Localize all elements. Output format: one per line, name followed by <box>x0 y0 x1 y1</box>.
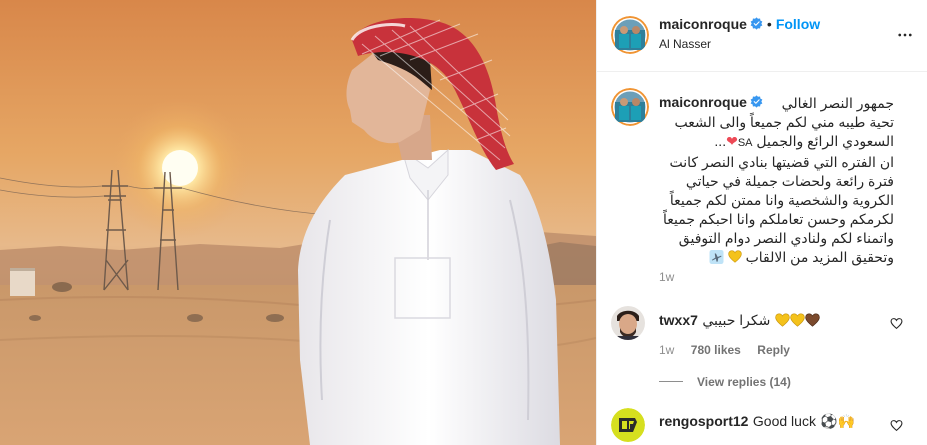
caption-line-text: السعودي الرائع والجميل <box>756 133 894 149</box>
comment-likes[interactable]: 780 likes <box>691 343 741 357</box>
more-options-icon[interactable] <box>896 26 914 44</box>
caption-line: فترة رائعة ولحضات جميلة في حياتي <box>685 173 894 189</box>
comment-username[interactable]: twxx7 <box>659 312 698 328</box>
caption-line: واتمناء لكم ولنادي النصر دوام التوفيق <box>678 230 894 246</box>
heart-outline-icon[interactable] <box>890 317 903 330</box>
raised-hands-icon: 🙌 <box>837 413 856 429</box>
yellow-heart-icon <box>728 250 742 263</box>
reply-button[interactable]: Reply <box>757 343 790 357</box>
caption-time[interactable]: 1w <box>659 270 674 284</box>
verified-badge-icon <box>750 17 763 30</box>
brown-heart-icon <box>805 313 820 327</box>
post-side-panel: maiconroque • Follow Al Nasser maiconroque <box>596 0 927 445</box>
heart-outline-icon[interactable] <box>890 419 903 432</box>
red-heart-icon: ❤ <box>726 133 738 149</box>
comment-meta-1: 1w 780 likes Reply <box>659 341 790 359</box>
caption-line: تحية طيبه مني لكم جميعاً والى الشعب <box>674 114 894 130</box>
caption-line: لكرمكم وحسن تعاملكم وانا احبكم جميعاً <box>663 211 894 227</box>
comment-text: Good luck <box>752 413 816 429</box>
caption-line-text: وتحقيق المزيد من الالقاب <box>745 249 894 265</box>
avatar-image <box>611 16 649 54</box>
avatar-image <box>611 306 645 340</box>
header-title-row: maiconroque • Follow <box>659 16 820 34</box>
caption-line: ان الفتره التي قضيتها بنادي النصر كانت <box>669 154 894 170</box>
caption-avatar[interactable] <box>611 88 649 126</box>
comment-row-1: twxx7 شكرا حبيبي <box>659 312 820 330</box>
header-username[interactable]: maiconroque <box>659 16 747 32</box>
yellow-heart-icon <box>790 313 805 327</box>
comment-username[interactable]: rengosport12 <box>659 413 748 429</box>
caption-text: جمهور النصر الغالي تحية طيبه مني لكم جمي… <box>659 94 894 267</box>
comment-time[interactable]: 1w <box>659 343 674 357</box>
post-photo[interactable] <box>0 0 596 445</box>
follow-button[interactable]: Follow <box>776 16 820 32</box>
replies-divider <box>659 381 683 383</box>
post-dialog: maiconroque • Follow Al Nasser maiconroque <box>0 0 927 445</box>
comment-row-2: rengosport12 Good luck ⚽🙌 <box>659 413 855 431</box>
avatar-image <box>611 408 645 442</box>
yellow-heart-icon <box>775 313 790 327</box>
caption-line: وتحقيق المزيد من الالقاب <box>659 248 894 267</box>
view-replies-button[interactable]: View replies (14) <box>697 375 791 389</box>
comment-avatar[interactable] <box>611 408 645 442</box>
comment-avatar[interactable] <box>611 306 645 340</box>
caption-line: السعودي الرائع والجميل SA❤... <box>659 132 894 153</box>
comment-text: شكرا حبيبي <box>702 312 771 328</box>
caption-ellipsis: ... <box>714 133 727 149</box>
header-dot: • <box>766 16 772 32</box>
post-location[interactable]: Al Nasser <box>659 37 711 51</box>
desert-portrait-image <box>0 0 596 445</box>
avatar-image <box>611 88 649 126</box>
caption-line: الكروية والشخصية وانا ممتن لكم جميعاً <box>669 192 894 208</box>
airplane-icon <box>709 250 724 264</box>
avatar[interactable] <box>611 16 649 54</box>
caption-line: جمهور النصر الغالي <box>781 95 894 111</box>
view-replies-row[interactable]: View replies (14) <box>659 373 791 391</box>
flag-sa: SA <box>737 137 753 149</box>
soccer-ball-icon: ⚽ <box>820 413 838 429</box>
post-header: maiconroque • Follow Al Nasser <box>597 0 927 72</box>
